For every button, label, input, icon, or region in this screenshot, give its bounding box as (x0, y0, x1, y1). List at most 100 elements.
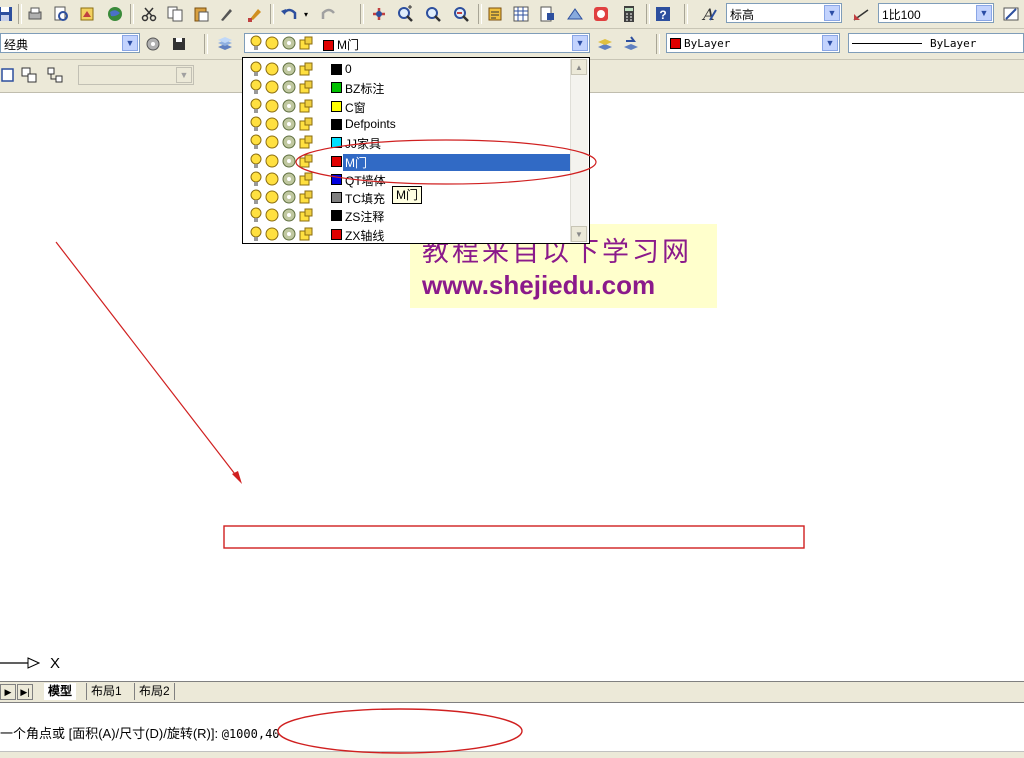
tab-layout2[interactable]: 布局2 (134, 683, 175, 700)
print-layer-icon (299, 190, 313, 204)
text-style-combo[interactable]: 标高 ▼ (726, 3, 842, 23)
scroll-up-icon[interactable]: ▲ (571, 59, 587, 75)
dimension-style-icon[interactable] (850, 3, 872, 25)
layer-item[interactable]: BZ标注 (247, 78, 571, 96)
command-input[interactable]: @1000,40 (222, 727, 280, 741)
copy-clip-icon[interactable] (0, 64, 18, 86)
layer-manager-icon[interactable] (214, 33, 236, 55)
current-layer-value: M门 (323, 36, 359, 53)
chevron-down-icon[interactable]: ▼ (824, 5, 840, 21)
layer-item[interactable]: 0 (247, 60, 571, 78)
chevron-down-icon[interactable]: ▼ (976, 5, 992, 21)
block-tree-icon[interactable] (44, 64, 66, 86)
brush-icon[interactable] (244, 3, 266, 25)
zoom-realtime-icon[interactable] (394, 3, 416, 25)
scroll-down-icon[interactable]: ▼ (571, 226, 587, 242)
tool-palettes-icon[interactable] (536, 3, 558, 25)
command-line[interactable]: 一个角点或 [面积(A)/尺寸(D)/旋转(R)]: @1000,40 (0, 723, 280, 742)
layer-previous-icon[interactable] (620, 33, 642, 55)
calculator-icon[interactable] (618, 3, 640, 25)
dimension-style-value: 1比100 (882, 8, 921, 22)
layer-color-swatch[interactable] (331, 64, 342, 75)
layer-item[interactable]: Defpoints (247, 115, 571, 133)
layer-item-name: 0 (345, 62, 352, 76)
layer-item[interactable]: C窗 (247, 97, 571, 115)
layer-color-swatch[interactable] (331, 137, 342, 149)
layer-list-scrollbar[interactable]: ▲ ▼ (570, 59, 588, 242)
layer-item[interactable]: JJ家具 (247, 133, 571, 151)
layer-combo[interactable]: M门 ▼ (244, 33, 590, 53)
layer-state-icons[interactable] (249, 207, 314, 223)
print-preview-icon[interactable] (50, 3, 72, 25)
tab-next-icon[interactable]: ▶ (0, 684, 16, 700)
properties-icon[interactable] (484, 3, 506, 25)
layer-color-swatch[interactable] (331, 118, 342, 130)
layer-state-icons[interactable] (249, 98, 314, 114)
table-style-icon[interactable] (1000, 3, 1022, 25)
sun-icon (265, 190, 279, 204)
workspace-combo[interactable]: 经典 ▼ (0, 33, 140, 53)
workspace-save-icon[interactable] (168, 33, 190, 55)
layer-state-icons[interactable] (249, 171, 314, 187)
lock-open-icon (282, 135, 296, 149)
layer-item[interactable]: M门 (247, 152, 571, 171)
layer-state-icons[interactable] (249, 153, 314, 169)
chevron-down-icon[interactable]: ▼ (822, 35, 838, 51)
dimension-style-combo[interactable]: 1比100 ▼ (878, 3, 994, 23)
layer-item-name: M门 (343, 153, 571, 171)
tab-model[interactable]: 模型 (44, 683, 77, 700)
globe-icon[interactable] (104, 3, 126, 25)
layer-state-icons[interactable] (249, 189, 314, 205)
layer-color-swatch[interactable] (331, 82, 342, 94)
tab-layout1[interactable]: 布局1 (86, 683, 126, 700)
match-properties-icon[interactable] (216, 3, 238, 25)
undo-icon[interactable] (278, 3, 300, 25)
text-style-icon[interactable]: A (698, 3, 720, 25)
copy-icon[interactable] (164, 3, 186, 25)
pan-icon[interactable] (368, 3, 390, 25)
help-icon[interactable]: ? (652, 3, 674, 25)
layer-state-icons[interactable] (249, 79, 314, 95)
make-layer-current-icon[interactable] (594, 33, 616, 55)
lock-open-icon (282, 99, 296, 113)
linetype-text: ByLayer (930, 37, 977, 50)
save-icon[interactable] (0, 3, 16, 25)
layer-state-icons[interactable] (249, 61, 314, 77)
layer-color-swatch[interactable] (331, 155, 342, 167)
layer-item-name: QT墙体 (345, 173, 386, 188)
lock-open-icon (282, 80, 296, 94)
layer-item[interactable]: ZX轴线 (247, 225, 571, 243)
paste-icon[interactable] (190, 3, 212, 25)
sheet-set-icon[interactable] (564, 3, 586, 25)
layer-color-swatch[interactable] (331, 173, 342, 185)
tab-last-icon[interactable]: ▶| (17, 684, 33, 700)
layer-state-icons[interactable] (249, 226, 314, 242)
print-icon[interactable] (24, 3, 46, 25)
layer-state-icons[interactable] (249, 116, 314, 132)
block-insert-icon[interactable] (18, 64, 40, 86)
design-center-icon[interactable] (510, 3, 532, 25)
color-combo[interactable]: ByLayer ▼ (666, 33, 840, 53)
cut-icon[interactable] (138, 3, 160, 25)
undo-dropdown-icon[interactable]: ▾ (300, 3, 312, 25)
command-window[interactable]: 一个角点或 [面积(A)/尺寸(D)/旋转(R)]: @1000,40 (0, 702, 1024, 758)
workspace-settings-icon[interactable] (142, 33, 164, 55)
layer-item[interactable]: ZS注释 (247, 206, 571, 224)
layer-color-swatch[interactable] (331, 192, 342, 204)
layer-color-swatch[interactable] (331, 210, 342, 222)
chevron-down-icon[interactable]: ▼ (122, 35, 138, 51)
linetype-combo[interactable]: ByLayer (848, 33, 1024, 53)
sun-icon (265, 117, 279, 131)
zoom-previous-icon[interactable] (450, 3, 472, 25)
markup-icon[interactable] (590, 3, 612, 25)
redo-icon[interactable] (318, 3, 340, 25)
zoom-window-icon[interactable] (422, 3, 444, 25)
lock-open-icon (282, 117, 296, 131)
svg-text:?: ? (659, 8, 666, 22)
layer-state-icons[interactable] (249, 134, 314, 150)
layer-dropdown-list[interactable]: 0 BZ标注 C窗 Defpoints JJ家具 M门 QT墙体 TC填充 ZS注释 ZX轴线 ▲… (242, 57, 590, 244)
publish-icon[interactable] (76, 3, 98, 25)
layer-color-swatch[interactable] (331, 100, 342, 112)
chevron-down-icon[interactable]: ▼ (572, 35, 588, 51)
layer-color-swatch[interactable] (331, 228, 342, 240)
